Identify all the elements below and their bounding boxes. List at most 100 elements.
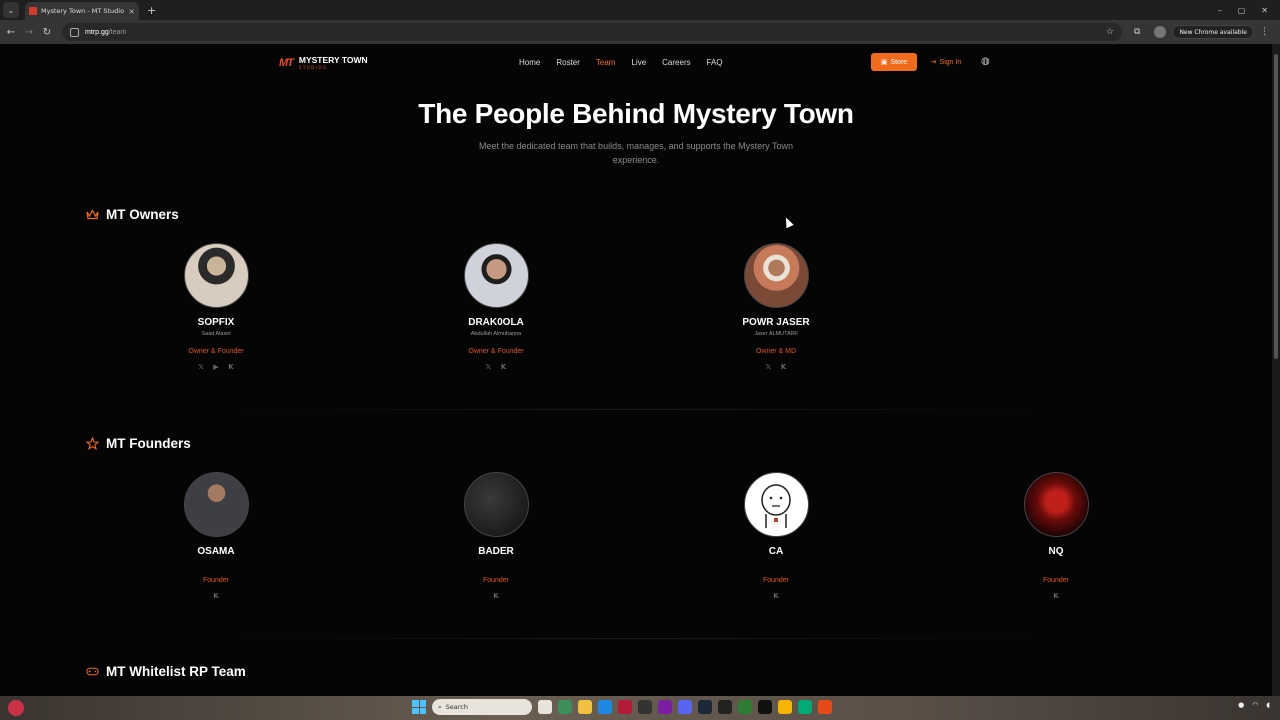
member-role: Founder bbox=[482, 577, 510, 584]
mt-logo-icon: MT bbox=[279, 56, 294, 69]
site-logo[interactable]: MT MYSTERY TOWN STUDIOS bbox=[279, 56, 368, 70]
cart-icon: ▣ bbox=[880, 59, 888, 66]
team-page: MT MYSTERY TOWN STUDIOS Home Roster Team… bbox=[0, 44, 1272, 696]
task-view-icon[interactable] bbox=[538, 700, 552, 714]
member-card[interactable]: OSAMA Founder K bbox=[136, 472, 296, 601]
kick-icon[interactable]: K bbox=[780, 363, 788, 372]
browser-menu-icon[interactable]: ⋮ bbox=[1260, 27, 1269, 37]
kick-icon[interactable]: K bbox=[500, 363, 508, 372]
avatar bbox=[463, 472, 529, 537]
app-icon[interactable] bbox=[818, 700, 832, 714]
kick-icon[interactable]: K bbox=[492, 592, 500, 601]
gamepad-icon bbox=[86, 665, 99, 678]
crown-icon bbox=[86, 208, 99, 221]
site-favicon-icon bbox=[29, 7, 37, 15]
youtube-icon[interactable]: ▶ bbox=[212, 363, 220, 372]
member-card[interactable]: SOPFIX Saad Alasiri Owner & Founder 𝕏 ▶ … bbox=[136, 243, 296, 372]
member-card[interactable]: POWR JASER Jaser ALMUTAIRI Owner & MD 𝕏 … bbox=[696, 243, 856, 372]
member-card[interactable]: NQ Founder K bbox=[976, 472, 1136, 601]
profile-avatar[interactable] bbox=[1154, 26, 1167, 38]
app-icon[interactable] bbox=[658, 700, 672, 714]
github-icon[interactable] bbox=[638, 700, 652, 714]
tray-icon[interactable]: ● bbox=[1238, 701, 1244, 709]
member-card[interactable]: BADER Founder K bbox=[416, 472, 576, 601]
browser-tab[interactable]: Mystery Town - MT Studios | M × bbox=[25, 2, 139, 20]
page-title: The People Behind Mystery Town bbox=[418, 98, 854, 129]
member-card[interactable]: DRAK0OLA Abdullah Almuhanna Owner & Foun… bbox=[416, 243, 576, 372]
page-scrollbar[interactable] bbox=[1272, 44, 1280, 696]
browser-toolbar: ← → ↻ mtrp.gg/team ☆ ⧉ New Chrome availa… bbox=[0, 20, 1280, 44]
avatar bbox=[743, 472, 809, 537]
x-icon[interactable]: 𝕏 bbox=[765, 363, 773, 372]
nav-roster[interactable]: Roster bbox=[556, 58, 580, 67]
whitelist-section-header: MT Whitelist RP Team bbox=[86, 664, 246, 679]
section-divider bbox=[236, 409, 1036, 410]
reload-button[interactable]: ↻ bbox=[38, 27, 56, 38]
nav-live[interactable]: Live bbox=[631, 58, 646, 67]
avatar bbox=[463, 243, 529, 308]
social-links: K bbox=[1052, 592, 1060, 601]
member-role: Owner & Founder bbox=[188, 348, 244, 355]
avatar bbox=[1023, 472, 1089, 537]
kick-icon[interactable]: K bbox=[227, 363, 235, 372]
steam-icon[interactable] bbox=[698, 700, 712, 714]
nav-team[interactable]: Team bbox=[596, 58, 616, 67]
app-icon[interactable] bbox=[718, 700, 732, 714]
member-role: Owner & MD bbox=[755, 348, 797, 355]
address-bar[interactable]: mtrp.gg/team ☆ bbox=[62, 23, 1122, 41]
back-button[interactable]: ← bbox=[2, 27, 20, 38]
browser-tab-bar: ⌄ Mystery Town - MT Studios | M × + – ▢ … bbox=[0, 0, 1280, 20]
app-icon[interactable] bbox=[798, 700, 812, 714]
minimize-button[interactable]: – bbox=[1218, 6, 1222, 15]
discord-icon[interactable] bbox=[678, 700, 692, 714]
social-links: K bbox=[772, 592, 780, 601]
widgets-icon[interactable] bbox=[8, 700, 24, 716]
forward-button[interactable]: → bbox=[20, 27, 38, 38]
owners-section-title: MT Owners bbox=[106, 207, 179, 222]
maximize-button[interactable]: ▢ bbox=[1238, 6, 1246, 15]
tab-search-button[interactable]: ⌄ bbox=[3, 2, 19, 18]
language-globe-icon[interactable]: ◍ bbox=[981, 56, 990, 67]
owners-section-header: MT Owners bbox=[86, 207, 179, 222]
member-name: SOPFIX bbox=[197, 317, 235, 328]
edge-icon[interactable] bbox=[598, 700, 612, 714]
new-tab-button[interactable]: + bbox=[147, 4, 156, 17]
nav-home[interactable]: Home bbox=[519, 58, 540, 67]
site-header: MT MYSTERY TOWN STUDIOS Home Roster Team… bbox=[0, 44, 1272, 82]
file-explorer-icon[interactable] bbox=[578, 700, 592, 714]
x-icon[interactable]: 𝕏 bbox=[197, 363, 205, 372]
member-role: Founder bbox=[1042, 577, 1070, 584]
social-links: 𝕏 ▶ K bbox=[197, 363, 235, 372]
chrome-icon[interactable] bbox=[778, 700, 792, 714]
bookmark-star-icon[interactable]: ☆ bbox=[1106, 27, 1114, 37]
kick-icon[interactable]: K bbox=[772, 592, 780, 601]
volume-icon[interactable]: ◖ bbox=[1266, 701, 1270, 709]
url-text: mtrp.gg/team bbox=[85, 28, 127, 36]
close-window-button[interactable]: ✕ bbox=[1261, 6, 1268, 15]
wifi-icon[interactable]: ◠ bbox=[1252, 701, 1258, 709]
member-name: CA bbox=[768, 546, 784, 557]
login-icon: ⇥ bbox=[930, 59, 937, 66]
site-info-icon[interactable] bbox=[70, 27, 79, 37]
store-button[interactable]: ▣ Store bbox=[871, 53, 917, 71]
scroll-thumb[interactable] bbox=[1274, 54, 1278, 359]
windows-start-icon[interactable] bbox=[412, 700, 426, 714]
kick-icon[interactable]: K bbox=[1052, 592, 1060, 601]
extensions-icon[interactable]: ⧉ bbox=[1134, 27, 1140, 37]
chrome-icon[interactable] bbox=[558, 700, 572, 714]
member-card[interactable]: CA Founder K bbox=[696, 472, 856, 601]
windows-taskbar: ⌕ Search ● ◠ ◖ bbox=[0, 696, 1280, 720]
sign-in-button[interactable]: ⇥ Sign In bbox=[924, 53, 968, 71]
chrome-update-button[interactable]: New Chrome available bbox=[1172, 25, 1254, 39]
excel-icon[interactable] bbox=[738, 700, 752, 714]
taskbar-search[interactable]: ⌕ Search bbox=[432, 699, 532, 715]
kick-icon[interactable]: K bbox=[212, 592, 220, 601]
tab-close-icon[interactable]: × bbox=[128, 7, 135, 16]
app-icon[interactable] bbox=[618, 700, 632, 714]
nav-faq[interactable]: FAQ bbox=[707, 58, 723, 67]
section-divider bbox=[236, 638, 1036, 639]
x-icon[interactable]: 𝕏 bbox=[485, 363, 493, 372]
nav-careers[interactable]: Careers bbox=[662, 58, 690, 67]
tab-title: Mystery Town - MT Studios | M bbox=[41, 7, 125, 15]
app-icon[interactable] bbox=[758, 700, 772, 714]
